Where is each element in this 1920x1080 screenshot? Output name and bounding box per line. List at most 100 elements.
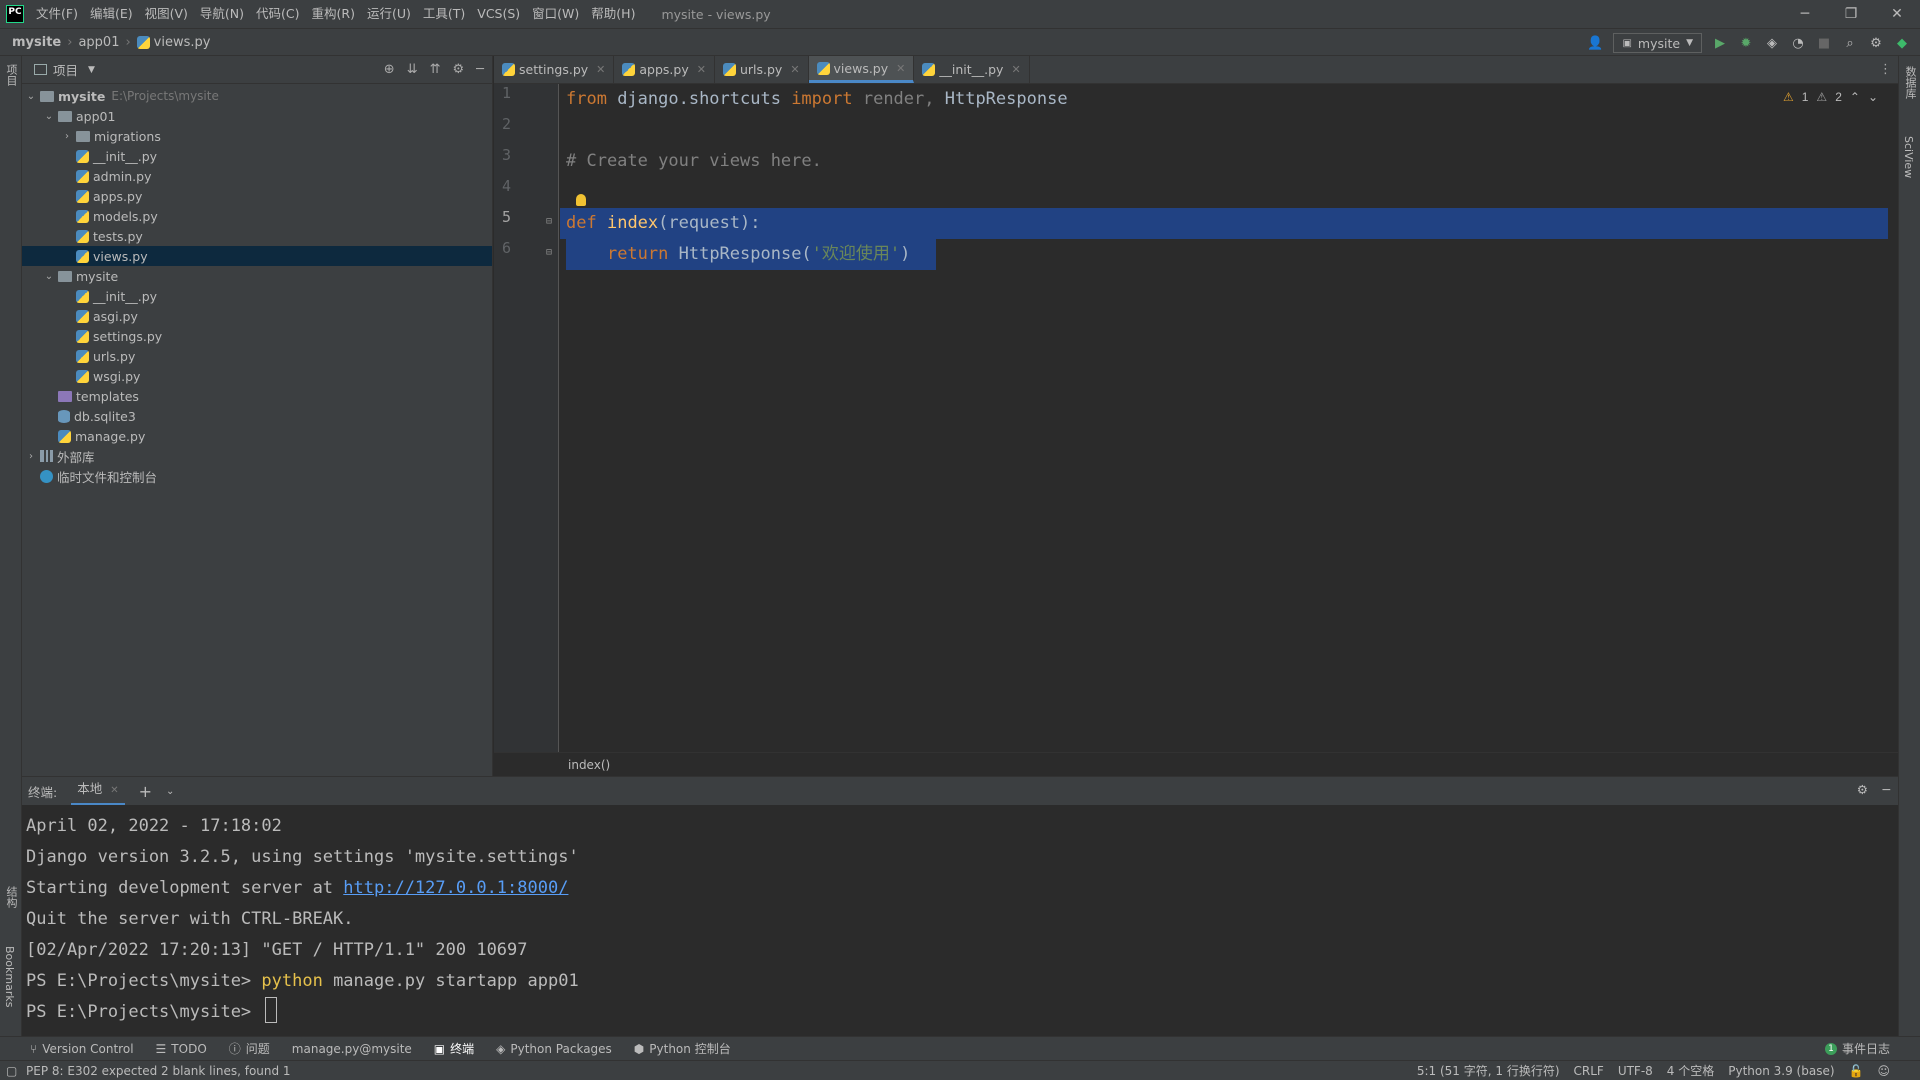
locate-file-icon[interactable]: ⊕ bbox=[384, 62, 395, 77]
menu-edit[interactable]: 编辑(E) bbox=[84, 0, 139, 28]
tree-item-mysite-root[interactable]: ⌄ mysite E:\Projects\mysite bbox=[22, 86, 492, 106]
menu-tools[interactable]: 工具(T) bbox=[417, 0, 471, 28]
expand-all-icon[interactable]: ⇊ bbox=[407, 62, 418, 77]
indent-setting[interactable]: 4 个空格 bbox=[1667, 1061, 1714, 1080]
close-icon[interactable]: ✕ bbox=[896, 62, 905, 75]
manage-py-task-button[interactable]: manage.py@mysite bbox=[292, 1042, 412, 1056]
inspection-widget[interactable]: ⚠ 1 ⚠ 2 ⌃ ⌄ bbox=[1783, 90, 1878, 104]
hide-panel-icon[interactable]: ─ bbox=[1882, 782, 1890, 797]
gear-icon[interactable]: ⚙ bbox=[1868, 35, 1884, 51]
hide-panel-icon[interactable]: ─ bbox=[476, 62, 484, 77]
tree-item-templates[interactable]: templates bbox=[22, 386, 492, 406]
restore-icon[interactable]: ❐ bbox=[1828, 0, 1874, 28]
editor-breadcrumb[interactable]: index() bbox=[494, 752, 1898, 776]
more-tabs-icon[interactable]: ⋮ bbox=[1879, 62, 1892, 77]
terminal-tab-local[interactable]: 本地 ✕ bbox=[71, 777, 125, 805]
code-editor[interactable]: 1 2 3 4 5 6 ⊟ ⊟ from django.shortcuts im… bbox=[494, 84, 1898, 752]
close-icon[interactable]: ✕ bbox=[790, 63, 799, 76]
fold-end-icon[interactable]: ⊟ bbox=[546, 247, 552, 258]
problems-button[interactable]: ⓘ 问题 bbox=[229, 1040, 270, 1057]
stripe-project[interactable]: 项目 bbox=[3, 64, 19, 86]
profile-icon[interactable]: ◔ bbox=[1790, 35, 1806, 51]
tree-item-mysite-package[interactable]: ⌄ mysite bbox=[22, 266, 492, 286]
tree-item-scratches[interactable]: 临时文件和控制台 bbox=[22, 466, 492, 486]
tree-item-file[interactable]: db.sqlite3 bbox=[22, 406, 492, 426]
close-icon[interactable]: ✕ bbox=[1011, 63, 1020, 76]
close-icon[interactable]: ✕ bbox=[697, 63, 706, 76]
menu-navigate[interactable]: 导航(N) bbox=[194, 0, 250, 28]
search-icon[interactable]: ⌕ bbox=[1842, 35, 1858, 51]
tree-item-file[interactable]: __init__.py bbox=[22, 146, 492, 166]
tab-urls-py[interactable]: urls.py ✕ bbox=[715, 56, 809, 83]
tree-item-file[interactable]: models.py bbox=[22, 206, 492, 226]
power-save-icon[interactable]: ☺ bbox=[1877, 1061, 1890, 1080]
tab-apps-py[interactable]: apps.py ✕ bbox=[614, 56, 715, 83]
menu-file[interactable]: 文件(F) bbox=[30, 0, 84, 28]
caret-position[interactable]: 5:1 (51 字符, 1 行换行符) bbox=[1417, 1061, 1560, 1080]
stop-icon[interactable]: ■ bbox=[1816, 35, 1832, 51]
file-encoding[interactable]: UTF-8 bbox=[1618, 1061, 1653, 1080]
tree-item-app01[interactable]: ⌄ app01 bbox=[22, 106, 492, 126]
chevron-down-icon[interactable]: ⌄ bbox=[42, 271, 56, 282]
debug-icon[interactable]: ✹ bbox=[1738, 35, 1754, 51]
chevron-down-icon[interactable]: ⌄ bbox=[1868, 90, 1878, 104]
menu-vcs[interactable]: VCS(S) bbox=[471, 0, 526, 28]
fold-icon[interactable]: ⊟ bbox=[546, 216, 552, 227]
menu-run[interactable]: 运行(U) bbox=[361, 0, 417, 28]
collapse-all-icon[interactable]: ⇈ bbox=[430, 62, 441, 77]
tree-item-file[interactable]: urls.py bbox=[22, 346, 492, 366]
chevron-right-icon[interactable]: › bbox=[60, 131, 74, 142]
gear-icon[interactable]: ⚙ bbox=[453, 62, 465, 77]
tab-views-py[interactable]: views.py ✕ bbox=[808, 56, 915, 83]
python-packages-button[interactable]: ◈ Python Packages bbox=[496, 1042, 612, 1056]
tree-item-file[interactable]: admin.py bbox=[22, 166, 492, 186]
close-window-icon[interactable]: ✕ bbox=[1874, 0, 1920, 28]
stripe-sciview[interactable]: SciView bbox=[1902, 136, 1915, 178]
breadcrumb-file[interactable]: views.py bbox=[154, 35, 211, 50]
chevron-down-icon[interactable]: ⌄ bbox=[166, 786, 174, 797]
user-icon[interactable]: 👤 bbox=[1587, 35, 1603, 51]
chevron-down-icon[interactable]: ⌄ bbox=[42, 111, 56, 122]
tree-item-file[interactable]: manage.py bbox=[22, 426, 492, 446]
add-terminal-icon[interactable]: + bbox=[139, 782, 152, 801]
gear-icon[interactable]: ⚙ bbox=[1857, 782, 1868, 797]
tab-settings-py[interactable]: settings.py ✕ bbox=[494, 56, 615, 83]
tree-item-external-libraries[interactable]: › 外部库 bbox=[22, 446, 492, 466]
close-icon[interactable]: ✕ bbox=[110, 785, 118, 796]
lightbulb-icon[interactable] bbox=[576, 194, 586, 206]
terminal-output[interactable]: April 02, 2022 - 17:18:02 Django version… bbox=[22, 805, 1898, 1028]
status-panel-toggle-icon[interactable]: ▢ bbox=[6, 1061, 17, 1080]
menu-window[interactable]: 窗口(W) bbox=[526, 0, 585, 28]
chevron-down-icon[interactable]: ⌄ bbox=[24, 91, 38, 102]
status-message[interactable]: PEP 8: E302 expected 2 blank lines, foun… bbox=[26, 1064, 291, 1078]
close-icon[interactable]: ✕ bbox=[596, 63, 605, 76]
todo-button[interactable]: ☰ TODO bbox=[156, 1042, 207, 1056]
event-log-button[interactable]: 1 事件日志 bbox=[1824, 1040, 1890, 1057]
interpreter-selector[interactable]: Python 3.9 (base) bbox=[1728, 1061, 1834, 1080]
code-with-me-icon[interactable]: ◆ bbox=[1894, 35, 1910, 51]
tree-item-file[interactable]: tests.py bbox=[22, 226, 492, 246]
tree-item-migrations[interactable]: › migrations bbox=[22, 126, 492, 146]
terminal-button[interactable]: ▣ 终端 bbox=[434, 1040, 474, 1057]
stripe-structure[interactable]: 结构 bbox=[3, 886, 19, 908]
tree-item-file-selected[interactable]: views.py bbox=[22, 246, 492, 266]
chevron-up-icon[interactable]: ⌃ bbox=[1850, 90, 1860, 104]
chevron-down-icon[interactable]: ▼ bbox=[88, 65, 95, 75]
tree-item-file[interactable]: __init__.py bbox=[22, 286, 492, 306]
menu-help[interactable]: 帮助(H) bbox=[585, 0, 641, 28]
stripe-database[interactable]: 数据库 bbox=[1902, 66, 1918, 99]
tree-item-file[interactable]: apps.py bbox=[22, 186, 492, 206]
python-console-button[interactable]: ⬢ Python 控制台 bbox=[634, 1040, 731, 1057]
coverage-icon[interactable]: ◈ bbox=[1764, 35, 1780, 51]
tree-item-file[interactable]: asgi.py bbox=[22, 306, 492, 326]
breadcrumb-function[interactable]: index() bbox=[568, 758, 610, 772]
breadcrumb-folder[interactable]: app01 bbox=[78, 35, 119, 50]
tree-item-file[interactable]: settings.py bbox=[22, 326, 492, 346]
lock-icon[interactable]: 🔓 bbox=[1849, 1061, 1864, 1080]
run-icon[interactable]: ▶ bbox=[1712, 35, 1728, 51]
run-config-dropdown[interactable]: ▣ mysite ▼ bbox=[1613, 33, 1702, 53]
menu-view[interactable]: 视图(V) bbox=[139, 0, 194, 28]
terminal-cursor[interactable] bbox=[265, 997, 278, 1023]
server-url-link[interactable]: http://127.0.0.1:8000/ bbox=[343, 878, 568, 898]
version-control-button[interactable]: ⑂ Version Control bbox=[30, 1042, 134, 1056]
